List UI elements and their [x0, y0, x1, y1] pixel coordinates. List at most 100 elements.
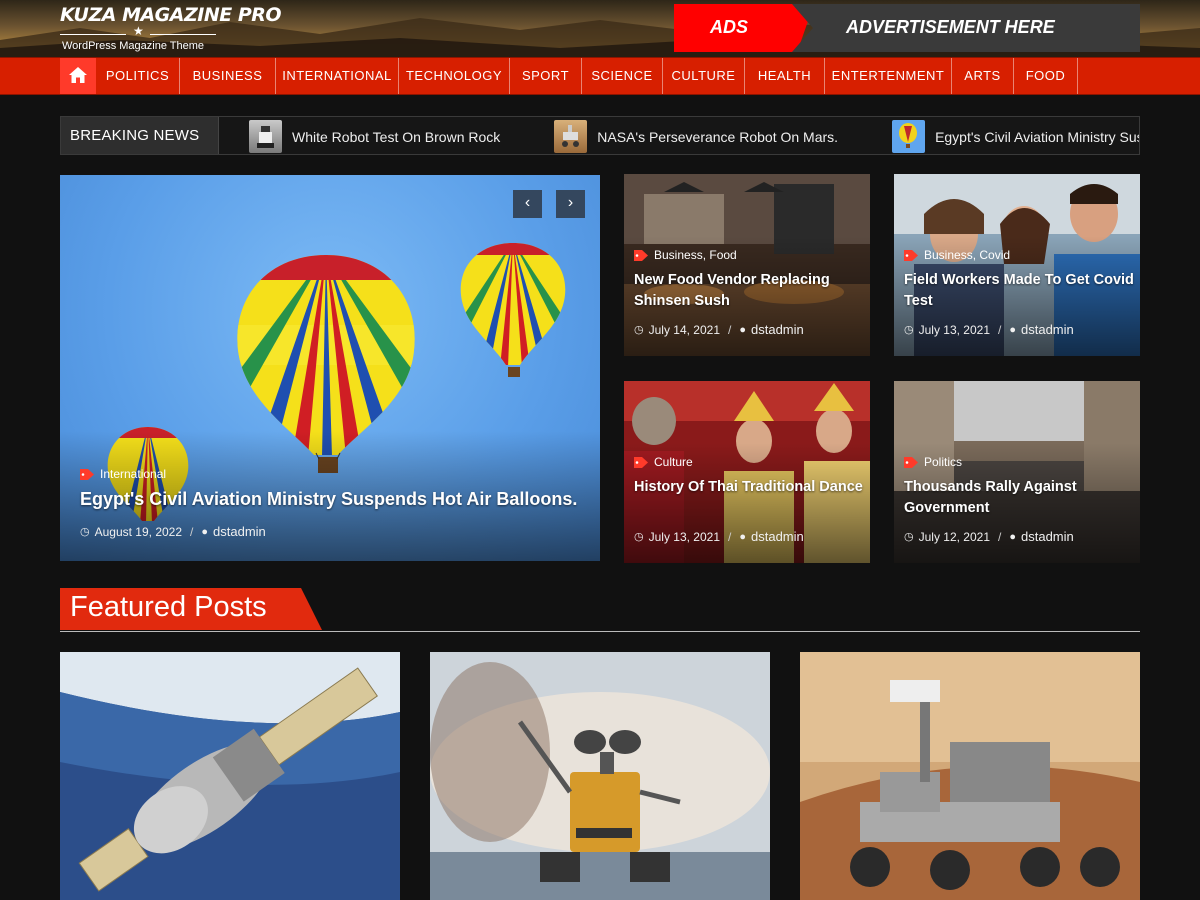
site-logo[interactable]: KUZA MAGAZINE PRO ★ WordPress Magazine T… [60, 3, 282, 52]
ads-label-box: ADS [674, 4, 814, 52]
nav-item-politics[interactable]: POLITICS [96, 58, 180, 94]
tile-category-label: Business, Covid [924, 248, 1011, 262]
nav-item-business[interactable]: BUSINESS [180, 58, 276, 94]
wall-e-robot-image [430, 652, 770, 900]
post-tile[interactable]: Culture History Of Thai Traditional Danc… [624, 381, 870, 563]
meta-separator: / [998, 322, 1002, 337]
tag-icon [634, 249, 648, 261]
ticker-item-title: White Robot Test On Brown Rock [292, 128, 501, 145]
featured-posts-header: Featured Posts [60, 588, 1140, 632]
post-tile[interactable]: Politics Thousands Rally Against Governm… [894, 381, 1140, 563]
post-tile[interactable]: Business, Covid Field Workers Made To Ge… [894, 174, 1140, 356]
breaking-news-bar: BREAKING NEWS White Robot Test On Brown … [60, 116, 1140, 155]
nav-item-technology[interactable]: TECHNOLOGY [399, 58, 510, 94]
tile-post-meta: ◷ July 14, 2021 / ● dstadmin [634, 322, 804, 337]
ticker-item[interactable]: White Robot Test On Brown Rock [249, 120, 500, 153]
user-icon: ● [739, 530, 746, 543]
featured-post-card[interactable] [800, 652, 1140, 900]
tag-icon [634, 456, 648, 468]
clock-icon: ◷ [904, 324, 914, 336]
tile-category[interactable]: Business, Food [634, 248, 737, 262]
tile-category-label: Politics [924, 455, 963, 469]
tile-post-title[interactable]: Thousands Rally Against Government [904, 477, 1134, 519]
nav-item-arts[interactable]: ARTS [952, 58, 1014, 94]
tile-category[interactable]: Business, Covid [904, 248, 1010, 262]
breaking-news-ticker: White Robot Test On Brown Rock NASA's Pe… [249, 120, 1139, 153]
ads-label: ADS [710, 17, 749, 37]
star-icon: ★ [133, 24, 144, 38]
mars-rover-image [800, 652, 1140, 900]
tag-icon [904, 249, 918, 261]
nav-item-sport[interactable]: SPORT [510, 58, 582, 94]
tile-post-author[interactable]: dstadmin [751, 322, 804, 337]
tile-post-author[interactable]: dstadmin [751, 529, 804, 544]
slider-post-title[interactable]: Egypt's Civil Aviation Ministry Suspends… [80, 489, 590, 510]
mars-rover-thumbnail-icon [562, 125, 580, 147]
tile-post-date[interactable]: July 13, 2021 [919, 323, 990, 337]
ticker-thumbnail [892, 120, 926, 153]
ticker-thumbnail [554, 120, 588, 153]
logo-divider: ★ [60, 24, 220, 41]
ticker-item[interactable]: NASA's Perseverance Robot On Mars. [554, 120, 838, 153]
tile-post-title[interactable]: Field Workers Made To Get Covid Test [904, 270, 1134, 312]
slider-category-label: International [100, 467, 167, 481]
ticker-item-title: Egypt's Civil Aviation Ministry Suspends… [935, 128, 1139, 145]
nav-item-international[interactable]: INTERNATIONAL [276, 58, 399, 94]
nav-item-science[interactable]: SCIENCE [582, 58, 663, 94]
tile-post-title[interactable]: History Of Thai Traditional Dance [634, 477, 864, 498]
clock-icon: ◷ [80, 526, 90, 538]
featured-post-card[interactable] [430, 652, 770, 900]
slider-post-author[interactable]: dstadmin [213, 524, 266, 539]
featured-posts-heading: Featured Posts [70, 591, 267, 623]
meta-separator: / [728, 529, 732, 544]
nav-item-health[interactable]: HEALTH [745, 58, 825, 94]
tile-post-date[interactable]: July 12, 2021 [919, 530, 990, 544]
slider-category[interactable]: International [80, 467, 166, 481]
ticker-thumbnail [249, 120, 282, 153]
slider-post-date[interactable]: August 19, 2022 [95, 525, 182, 539]
tile-category-label: Business, Food [654, 248, 737, 262]
spacecraft-image [60, 652, 400, 900]
clock-icon: ◷ [904, 531, 914, 543]
nav-home-button[interactable] [60, 58, 96, 94]
tag-icon [80, 468, 94, 480]
featured-posts-tab: Featured Posts [60, 588, 322, 630]
nav-item-food[interactable]: FOOD [1014, 58, 1078, 94]
home-icon [69, 67, 87, 83]
site-header: KUZA MAGAZINE PRO ★ WordPress Magazine T… [0, 0, 1200, 57]
tile-category[interactable]: Politics [904, 455, 962, 469]
logo-name: KUZA MAGAZINE PRO [60, 4, 282, 26]
meta-separator: / [728, 322, 732, 337]
ad-banner[interactable]: ADS ADVERTISEMENT HERE [674, 4, 1140, 52]
meta-separator: / [998, 529, 1002, 544]
tile-category[interactable]: Culture [634, 455, 693, 469]
clock-icon: ◷ [634, 324, 644, 336]
nav-item-culture[interactable]: CULTURE [663, 58, 745, 94]
tile-post-author[interactable]: dstadmin [1021, 322, 1074, 337]
slider-next-button[interactable]: › [556, 190, 585, 218]
hero-slider[interactable]: ‹ › International Egypt's Civil Aviation… [60, 175, 600, 561]
tile-category-label: Culture [654, 455, 693, 469]
slider-prev-button[interactable]: ‹ [513, 190, 542, 218]
tile-post-author[interactable]: dstadmin [1021, 529, 1074, 544]
user-icon: ● [739, 323, 746, 336]
main-navigation: POLITICS BUSINESS INTERNATIONAL TECHNOLO… [0, 57, 1200, 95]
tile-post-meta: ◷ July 13, 2021 / ● dstadmin [634, 529, 804, 544]
clock-icon: ◷ [634, 531, 644, 543]
tile-post-date[interactable]: July 13, 2021 [649, 530, 720, 544]
logo-tagline: WordPress Magazine Theme [62, 40, 205, 52]
tag-icon [904, 456, 918, 468]
slider-post-meta: ◷ August 19, 2022 / ● dstadmin [80, 524, 266, 539]
post-tile[interactable]: Business, Food New Food Vendor Replacing… [624, 174, 870, 356]
tile-post-date[interactable]: July 14, 2021 [649, 323, 720, 337]
ads-text-box: ADVERTISEMENT HERE [792, 4, 1140, 52]
ticker-item[interactable]: Egypt's Civil Aviation Ministry Suspends… [892, 120, 1139, 153]
tile-post-title[interactable]: New Food Vendor Replacing Shinsen Sush [634, 270, 864, 312]
nav-menu: POLITICS BUSINESS INTERNATIONAL TECHNOLO… [96, 58, 1078, 94]
breaking-news-label: BREAKING NEWS [61, 117, 219, 154]
nav-item-entertenment[interactable]: ENTERTENMENT [825, 58, 952, 94]
ticker-item-title: NASA's Perseverance Robot On Mars. [597, 128, 839, 145]
featured-post-card[interactable] [60, 652, 400, 900]
user-icon: ● [1009, 530, 1016, 543]
tile-post-meta: ◷ July 12, 2021 / ● dstadmin [904, 529, 1074, 544]
